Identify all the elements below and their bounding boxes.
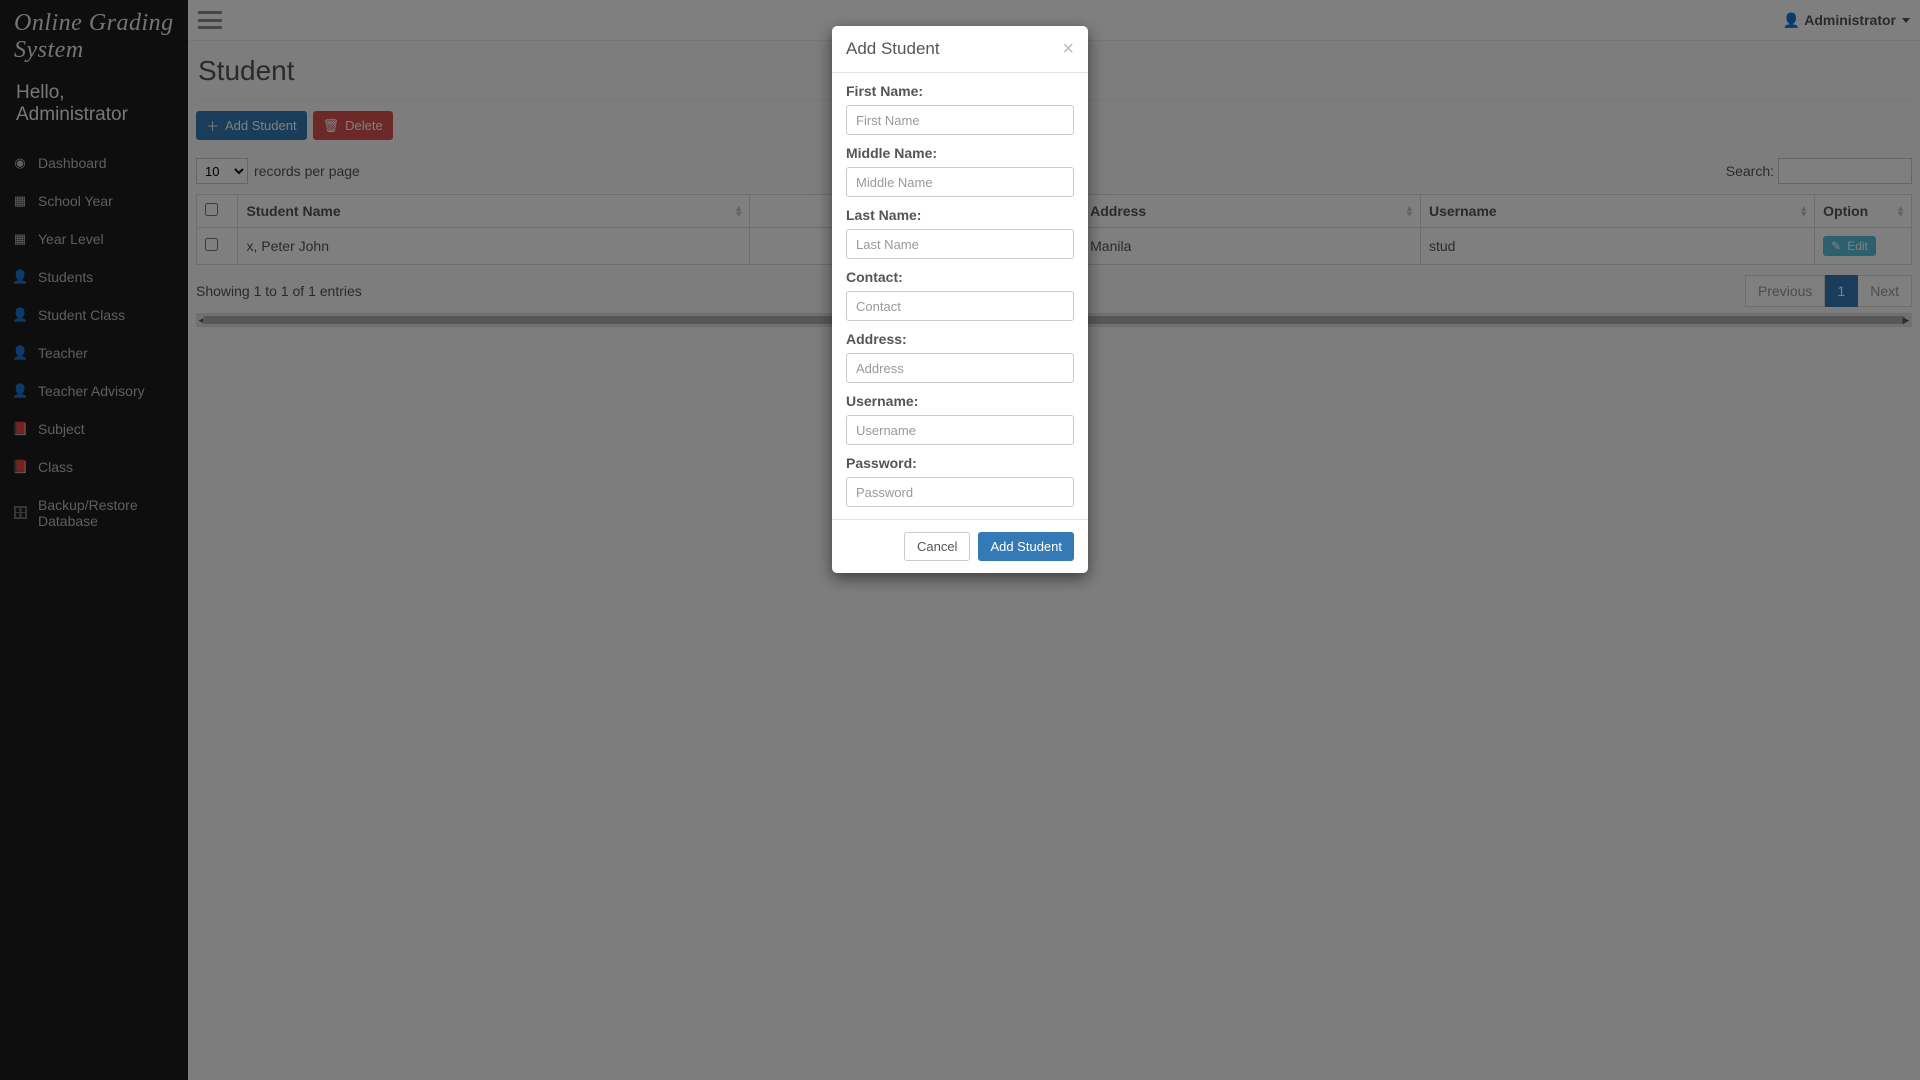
cancel-button[interactable]: Cancel	[904, 532, 970, 561]
modal-overlay[interactable]: Add Student × First Name: Middle Name: L…	[0, 0, 1920, 1080]
address-label: Address:	[846, 331, 1074, 347]
first-name-label: First Name:	[846, 83, 1074, 99]
middle-name-input[interactable]	[846, 167, 1074, 197]
contact-input[interactable]	[846, 291, 1074, 321]
add-student-modal: Add Student × First Name: Middle Name: L…	[832, 26, 1088, 573]
modal-close-button[interactable]: ×	[1062, 39, 1074, 59]
address-input[interactable]	[846, 353, 1074, 383]
modal-header: Add Student ×	[832, 26, 1088, 73]
password-label: Password:	[846, 455, 1074, 471]
username-label: Username:	[846, 393, 1074, 409]
modal-footer: Cancel Add Student	[832, 519, 1088, 573]
modal-title: Add Student	[846, 39, 940, 59]
password-input[interactable]	[846, 477, 1074, 507]
middle-name-label: Middle Name:	[846, 145, 1074, 161]
username-input[interactable]	[846, 415, 1074, 445]
submit-add-student-button[interactable]: Add Student	[978, 532, 1074, 561]
last-name-label: Last Name:	[846, 207, 1074, 223]
modal-body: First Name: Middle Name: Last Name: Cont…	[832, 73, 1088, 519]
first-name-input[interactable]	[846, 105, 1074, 135]
last-name-input[interactable]	[846, 229, 1074, 259]
contact-label: Contact:	[846, 269, 1074, 285]
